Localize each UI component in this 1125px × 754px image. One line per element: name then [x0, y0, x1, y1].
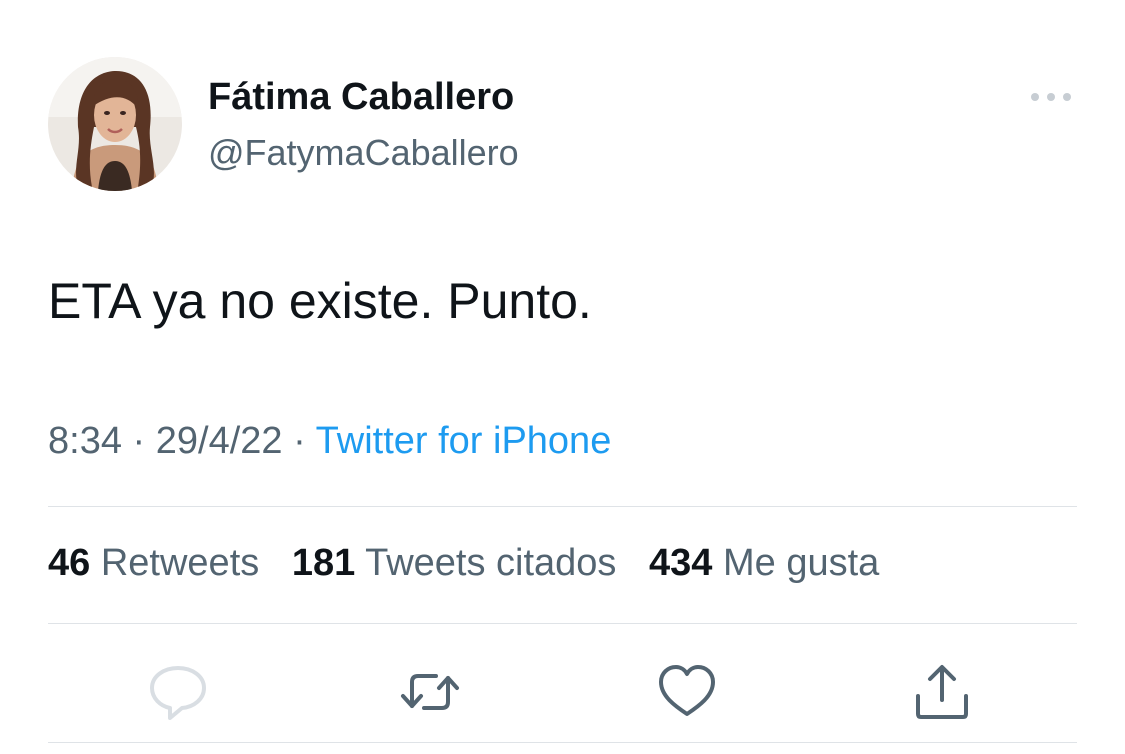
meta-separator: ·	[121, 420, 156, 462]
retweet-icon	[401, 674, 459, 710]
avatar-photo-icon	[48, 57, 182, 191]
quotes-stat[interactable]: 181 Tweets citados	[292, 542, 617, 585]
reply-button[interactable]	[146, 660, 210, 724]
quotes-count: 181	[291, 542, 356, 584]
meta-separator: ·	[282, 420, 316, 462]
retweets-count: 46	[48, 542, 91, 584]
tweet-meta: 8:34 · 29/4/22 · Twitter for iPhone	[48, 420, 611, 463]
tweet-detail: Fátima Caballero @FatymaCaballero ETA ya…	[0, 0, 1125, 754]
tweet-date[interactable]: 29/4/22	[156, 420, 283, 462]
retweets-stat[interactable]: 46 Retweets	[48, 542, 259, 585]
tweet-stats: 46 Retweets 181 Tweets citados 434 Me gu…	[48, 542, 901, 585]
likes-count: 434	[649, 542, 713, 584]
like-button[interactable]	[655, 660, 719, 724]
author-name[interactable]: Fátima Caballero	[208, 76, 514, 119]
tweet-source-link[interactable]: Twitter for iPhone	[316, 420, 612, 462]
retweet-button[interactable]	[398, 660, 462, 724]
likes-label: Me gusta	[722, 542, 880, 584]
tweet-time[interactable]: 8:34	[48, 420, 122, 462]
heart-icon	[659, 665, 715, 716]
author-handle[interactable]: @FatymaCaballero	[208, 132, 519, 174]
share-button[interactable]	[910, 660, 974, 724]
author-avatar[interactable]	[48, 57, 182, 191]
divider	[48, 623, 1077, 624]
divider	[48, 742, 1077, 743]
likes-stat[interactable]: 434 Me gusta	[649, 542, 879, 585]
retweets-label: Retweets	[100, 542, 260, 584]
share-icon	[916, 665, 968, 719]
divider	[48, 506, 1077, 507]
tweet-text: ETA ya no existe. Punto.	[48, 273, 592, 329]
more-options-icon[interactable]	[1026, 82, 1076, 112]
quotes-label: Tweets citados	[365, 542, 617, 584]
reply-icon	[150, 666, 206, 720]
